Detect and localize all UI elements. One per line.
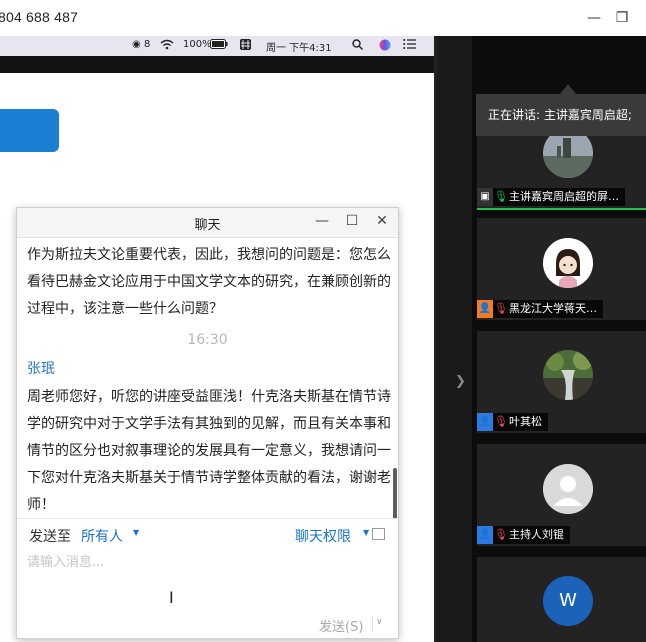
send-to-dropdown[interactable]: 所有人 xyxy=(81,526,123,546)
participant-tile[interactable]: 👤 🎙黑龙江大学蒋天… xyxy=(477,218,646,320)
restore-button[interactable]: ❐ xyxy=(612,8,632,28)
meeting-id: 804 688 487 xyxy=(0,9,79,25)
chat-title: 聊天 xyxy=(194,218,221,233)
cartoon-girl-icon xyxy=(543,238,593,288)
participant-tile[interactable]: 👤 🎙主持人刘锟 xyxy=(477,444,646,546)
avatar-letter: W xyxy=(543,576,593,626)
chat-message: 周老师您好，听您的讲座受益匪浅！什克洛夫斯基在情节诗学的研究中对于文学手法有其独… xyxy=(27,389,391,513)
participant-tile[interactable]: ▣ 🎙主讲嘉宾周启超的屏… xyxy=(477,136,646,210)
chat-permissions-button[interactable]: 聊天权限 xyxy=(295,526,351,546)
chat-titlebar: 聊天 — ☐ ✕ xyxy=(17,208,398,238)
chat-maximize-button[interactable]: ☐ xyxy=(343,212,361,230)
divider xyxy=(372,617,373,631)
minimize-button[interactable]: — xyxy=(584,8,604,28)
message-input[interactable] xyxy=(27,552,387,572)
battery-icon xyxy=(210,39,228,52)
participant-tile[interactable]: 👤 🎙叶其松 xyxy=(477,331,646,433)
chat-window: 聊天 — ☐ ✕ 作为斯拉夫文论重要代表，因此，我想问的问题是：您怎么看待巴赫金… xyxy=(16,207,399,639)
participant-name-label: 👤 🎙叶其松 xyxy=(477,413,548,431)
mic-muted-icon: 🎙 xyxy=(494,528,508,541)
photo-landscape-icon xyxy=(543,136,593,178)
screen-share-icon: ▣ xyxy=(477,188,493,206)
mic-on-icon: 🎙 xyxy=(494,190,508,203)
chevron-down-icon[interactable]: ∨ xyxy=(376,617,383,627)
collapse-panel-icon[interactable]: ❯ xyxy=(455,374,466,389)
popout-icon[interactable] xyxy=(372,528,385,540)
chat-scrollbar[interactable] xyxy=(393,468,397,518)
caret-down-icon[interactable]: ▼ xyxy=(363,528,369,537)
battery-percent: 100% xyxy=(183,39,212,50)
chat-messages[interactable]: 作为斯拉夫文论重要代表，因此，我想问的问题是：您怎么看待巴赫金文论应用于中国文学… xyxy=(17,238,398,518)
user-icon: 👤 xyxy=(477,526,493,544)
caret-down-icon[interactable]: ▼ xyxy=(133,528,139,537)
message-sender: 张珉 xyxy=(27,361,55,377)
mic-muted-icon: 🎙 xyxy=(494,302,508,315)
siri-icon xyxy=(379,39,391,54)
send-to-label: 发送至 xyxy=(29,529,71,545)
shared-page-button xyxy=(0,109,59,152)
speaking-pointer xyxy=(560,84,576,94)
spotlight-icon xyxy=(352,39,363,53)
app-status-icon: ◉ xyxy=(132,39,141,50)
participant-name-label: 👤 🎙黑龙江大学蒋天… xyxy=(477,300,603,318)
chat-minimize-button[interactable]: — xyxy=(313,212,331,230)
send-button[interactable]: 发送(S) xyxy=(319,616,363,635)
participant-tile[interactable]: W xyxy=(477,557,646,642)
divider xyxy=(17,518,398,519)
photo-waterfall-icon xyxy=(543,350,593,400)
screen-edge xyxy=(434,36,437,642)
chat-message: 作为斯拉夫文论重要代表，因此，我想问的问题是：您怎么看待巴赫金文论应用于中国文学… xyxy=(27,247,391,317)
notification-count: 8 xyxy=(144,39,151,50)
participant-name-label: ▣ 🎙主讲嘉宾周启超的屏… xyxy=(477,188,625,206)
text-cursor-icon: I xyxy=(169,588,174,607)
participant-name-label: 👤 🎙主持人刘锟 xyxy=(477,526,570,544)
shared-app-titlebar xyxy=(0,56,436,73)
user-icon: 👤 xyxy=(477,413,493,431)
mic-muted-icon: 🎙 xyxy=(494,415,508,428)
mac-menubar: ◉ 8 100% 周一 下午4:31 xyxy=(0,36,436,56)
clock: 周一 下午4:31 xyxy=(266,43,332,54)
grid-menu-icon xyxy=(240,39,251,53)
message-timestamp: 16:30 xyxy=(187,332,228,348)
control-center-icon xyxy=(403,39,417,52)
chat-close-button[interactable]: ✕ xyxy=(373,212,391,230)
default-user-icon xyxy=(543,464,593,514)
wifi-icon xyxy=(160,39,174,53)
user-icon: 👤 xyxy=(477,300,493,318)
speaking-banner: 正在讲话: 主讲嘉宾周启超; xyxy=(476,94,646,136)
window-titlebar: 804 688 487 — ❐ xyxy=(0,0,646,36)
